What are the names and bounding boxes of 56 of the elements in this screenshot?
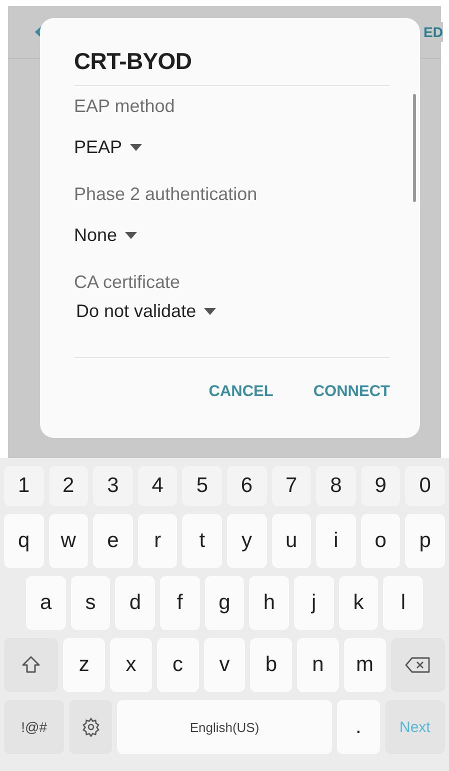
shift-icon	[21, 655, 42, 675]
caret-icon	[125, 232, 138, 239]
settings-icon	[80, 717, 101, 737]
dropdown[interactable]: Do not validate	[74, 293, 216, 322]
letter-key[interactable]: t	[182, 514, 222, 568]
letter-key[interactable]: c	[156, 638, 199, 692]
letter-key[interactable]: i	[316, 514, 356, 568]
space-key[interactable]: English(US)	[117, 700, 332, 754]
letter-key[interactable]: f	[160, 576, 200, 630]
connect-button[interactable]: CONNECT	[313, 383, 390, 401]
letter-key[interactable]: d	[115, 576, 156, 630]
letter-key[interactable]: x	[110, 638, 152, 692]
letter-key[interactable]: u	[272, 514, 312, 568]
letter-key[interactable]: b	[250, 638, 292, 692]
caret-icon	[204, 308, 216, 315]
letter-key[interactable]: j	[294, 576, 334, 630]
field-label: CA certificate	[74, 272, 182, 293]
backspace-key[interactable]	[390, 638, 445, 692]
number-key[interactable]: 4	[138, 466, 178, 506]
dropdown[interactable]: PEAP	[74, 117, 142, 168]
number-key[interactable]: 6	[226, 466, 267, 506]
number-key[interactable]: 1	[4, 466, 44, 506]
field-label: EAP method	[74, 96, 176, 117]
letter-key[interactable]: w	[48, 514, 88, 568]
letter-key[interactable]: m	[344, 638, 386, 692]
letter-key[interactable]: e	[93, 514, 133, 568]
field-label: Phase 2 authentication	[74, 184, 258, 205]
letter-key[interactable]: a	[26, 576, 66, 630]
number-key[interactable]: 5	[182, 466, 222, 506]
letter-key[interactable]: o	[360, 514, 400, 568]
number-key[interactable]: 9	[360, 466, 400, 506]
number-key[interactable]: 0	[405, 466, 445, 506]
letter-key[interactable]: .	[336, 700, 380, 754]
number-key[interactable]: 8	[316, 466, 356, 506]
letter-key[interactable]: k	[338, 576, 378, 630]
settings-key[interactable]	[69, 700, 112, 754]
dialog-title: CRT-BYOD	[74, 48, 390, 86]
symbols-key[interactable]: !@#	[4, 700, 64, 754]
caret-icon	[130, 144, 142, 151]
letter-key[interactable]: g	[204, 576, 244, 630]
letter-key[interactable]: h	[249, 576, 290, 630]
letter-key[interactable]: q	[4, 514, 44, 568]
number-key[interactable]: 3	[93, 466, 133, 506]
letter-key[interactable]: y	[226, 514, 267, 568]
letter-key[interactable]: s	[70, 576, 110, 630]
letter-key[interactable]: n	[297, 638, 339, 692]
letter-key[interactable]: r	[138, 514, 178, 568]
letter-key[interactable]: p	[405, 514, 445, 568]
cancel-button[interactable]: CANCEL	[208, 383, 274, 401]
number-key[interactable]: 2	[48, 466, 88, 506]
number-key[interactable]: 7	[272, 466, 312, 506]
letter-key[interactable]: v	[204, 638, 246, 692]
letter-key[interactable]: l	[383, 576, 424, 630]
backspace-icon	[404, 657, 431, 673]
dropdown[interactable]: None	[74, 205, 138, 256]
letter-key[interactable]: z	[63, 638, 106, 692]
